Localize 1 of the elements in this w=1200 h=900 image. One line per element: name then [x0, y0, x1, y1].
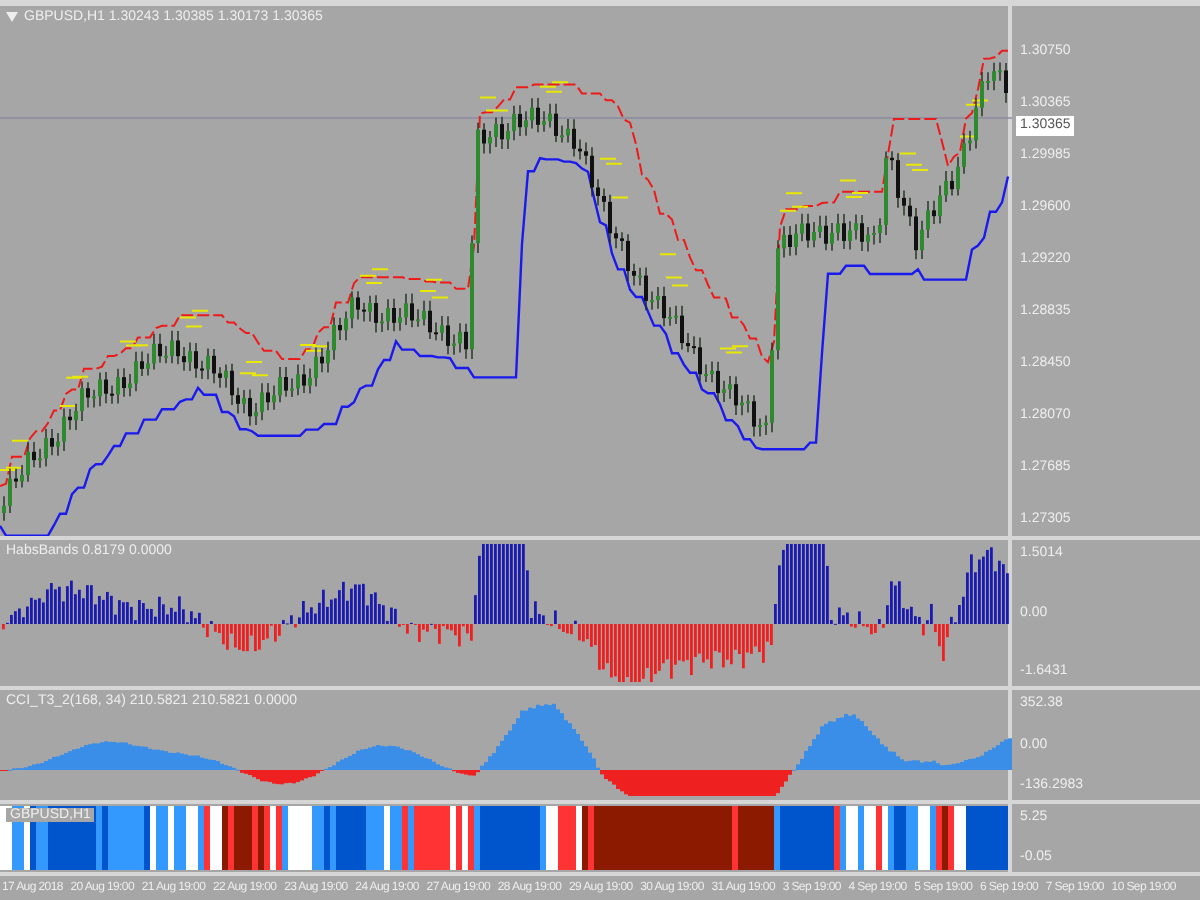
- dropdown-triangle-icon[interactable]: [6, 12, 18, 22]
